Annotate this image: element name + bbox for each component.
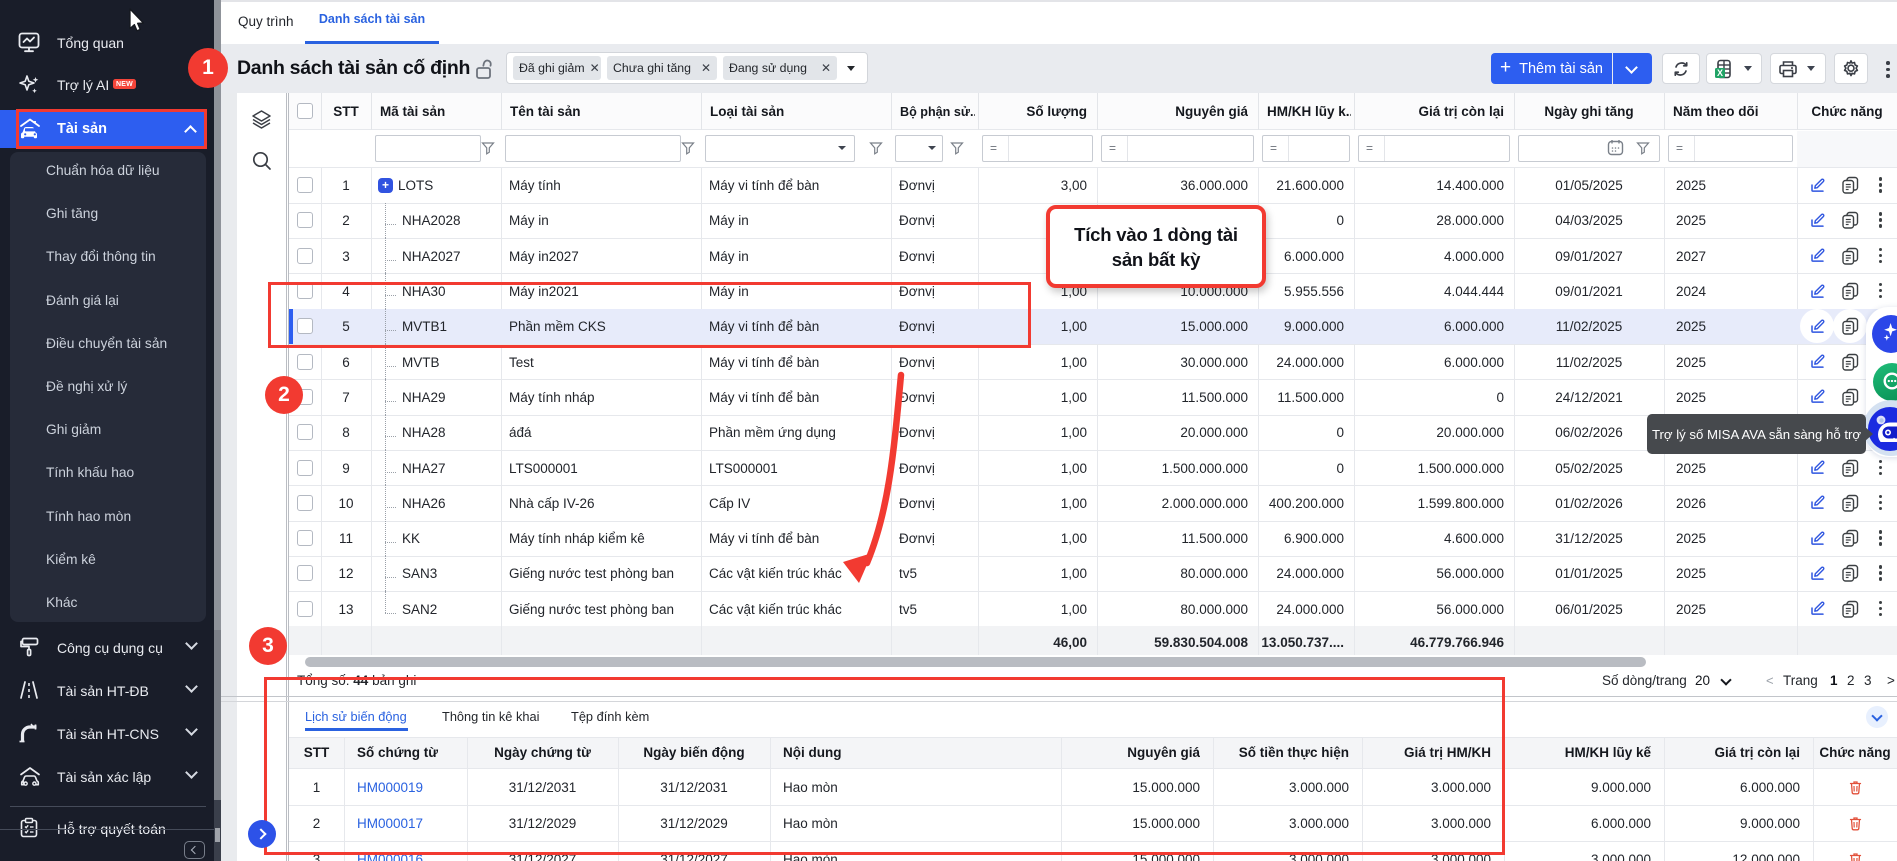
svg-text:X: X	[1717, 68, 1723, 78]
